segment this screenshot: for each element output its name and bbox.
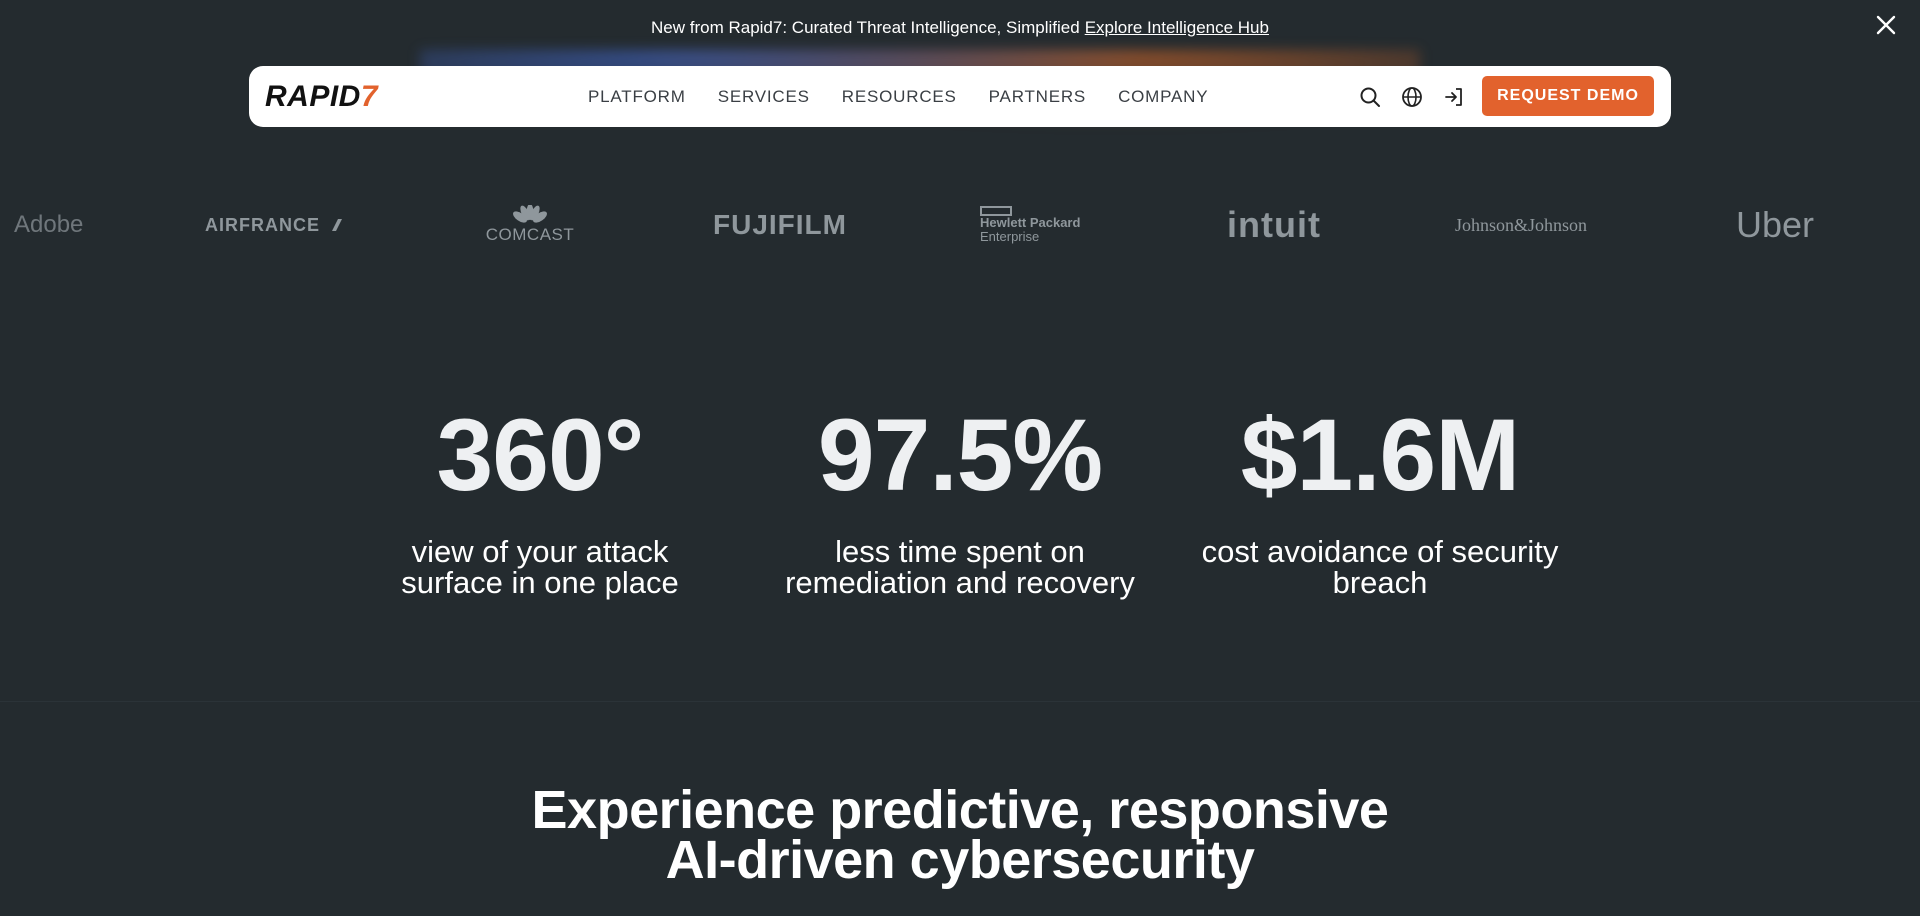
rapid7-logo[interactable]: RAPID 7: [265, 80, 379, 113]
search-icon[interactable]: [1359, 86, 1381, 108]
announcement-bar: New from Rapid7: Curated Threat Intellig…: [0, 0, 1920, 56]
stat-value: 360°: [436, 398, 645, 512]
nav-item-services[interactable]: SERVICES: [718, 87, 810, 107]
stat-caption-line: surface in one place: [401, 565, 679, 600]
johnson-johnson-logo: Johnson&Johnson: [1455, 214, 1588, 235]
announcement-text: New from Rapid7: Curated Threat Intellig…: [651, 18, 1080, 37]
nav-item-platform[interactable]: PLATFORM: [588, 87, 686, 107]
globe-icon[interactable]: [1401, 86, 1423, 108]
nav-item-resources[interactable]: RESOURCES: [842, 87, 957, 107]
stat-caption-line: less time spent on: [835, 534, 1085, 569]
intuit-logo: intuit: [1227, 204, 1321, 245]
stat-caption: cost avoidance of security breach: [1202, 536, 1559, 598]
stat-caption-line: breach: [1332, 565, 1428, 600]
stat-remediation-time: 97.5% less time spent on remediation and…: [750, 400, 1170, 598]
headline-line: AI-driven cybersecurity: [665, 830, 1255, 890]
stat-caption: view of your attack surface in one place: [401, 536, 678, 598]
hpe-logo: Hewlett Packard Enterprise: [980, 195, 1080, 255]
stat-caption-line: remediation and recovery: [785, 565, 1135, 600]
comcast-logo-text: COMCAST: [485, 225, 575, 244]
stat-caption: less time spent on remediation and recov…: [785, 536, 1135, 598]
nav-menu: PLATFORM SERVICES RESOURCES PARTNERS COM…: [588, 66, 1240, 127]
stat-attack-surface: 360° view of your attack surface in one …: [330, 400, 750, 598]
logo-seven: 7: [360, 80, 379, 113]
stat-value: 97.5%: [817, 398, 1103, 512]
fujifilm-logo: FUJIFILM: [713, 209, 847, 240]
nav-icons: [1359, 66, 1465, 127]
stat-cost-avoidance: $1.6M cost avoidance of security breach: [1170, 400, 1590, 598]
section-divider: [0, 701, 1920, 702]
explore-intelligence-hub-link[interactable]: Explore Intelligence Hub: [1085, 18, 1269, 38]
hpe-logo-line1: Hewlett Packard: [980, 215, 1081, 230]
request-demo-button[interactable]: REQUEST DEMO: [1482, 76, 1654, 116]
headline-line: Experience predictive, responsive: [531, 780, 1389, 840]
comcast-logo: COMCAST: [485, 195, 575, 255]
uber-logo: Uber: [1736, 204, 1815, 245]
close-icon[interactable]: [1872, 11, 1900, 39]
stat-value: $1.6M: [1240, 398, 1520, 512]
sign-in-icon[interactable]: [1443, 86, 1465, 108]
adobe-logo: Adobe: [14, 211, 84, 238]
customer-logo-strip: Adobe AIRFRANCE COMCAST FUJIFILM Hewlett…: [0, 195, 1920, 255]
stat-caption-line: view of your attack: [411, 534, 669, 569]
section-headline: Experience predictive, responsive AI-dri…: [360, 780, 1560, 890]
logo-text: RAPID: [265, 80, 361, 113]
airfrance-logo: AIRFRANCE: [205, 195, 342, 255]
nav-item-partners[interactable]: PARTNERS: [989, 87, 1086, 107]
nav-item-company[interactable]: COMPANY: [1118, 87, 1208, 107]
airfrance-logo-text: AIRFRANCE: [205, 214, 320, 235]
hpe-logo-line2: Enterprise: [980, 229, 1040, 244]
main-nav: RAPID 7 PLATFORM SERVICES RESOURCES PARTN…: [249, 66, 1671, 127]
stat-caption-line: cost avoidance of security: [1201, 534, 1559, 569]
